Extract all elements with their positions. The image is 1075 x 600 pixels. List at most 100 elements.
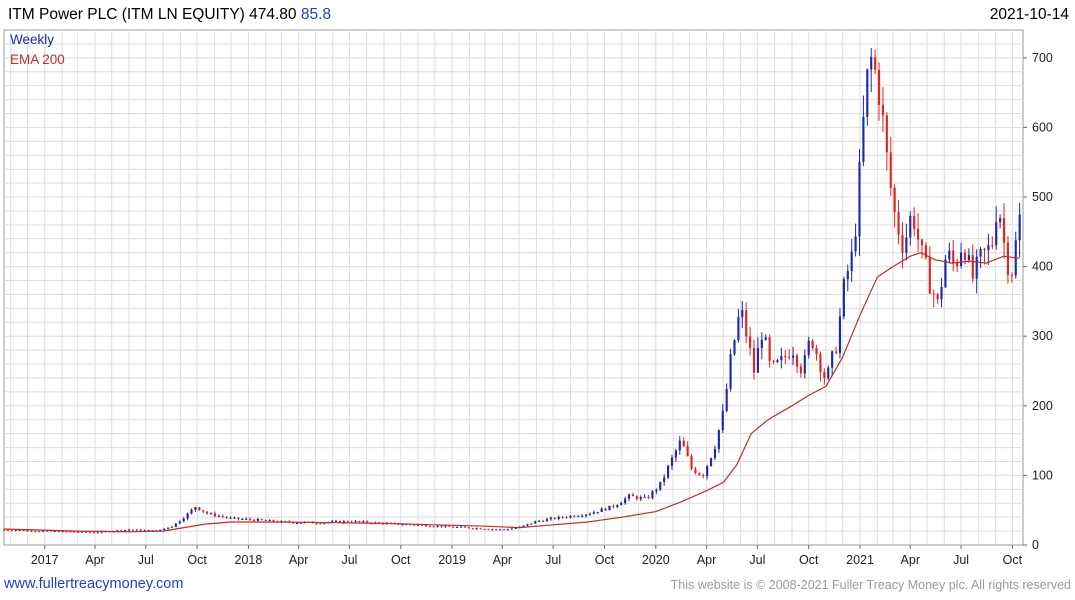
- candle-body: [612, 505, 615, 508]
- candle-body: [510, 528, 513, 530]
- candle-body: [760, 339, 763, 348]
- candle-body: [647, 496, 650, 499]
- candle-body: [194, 507, 197, 510]
- candle-body: [245, 518, 248, 520]
- x-tick-label: Jul: [749, 553, 765, 567]
- candle-body: [643, 496, 646, 498]
- candle-body: [467, 527, 470, 529]
- y-tick-label: 200: [1032, 399, 1053, 413]
- candle-body: [92, 532, 95, 534]
- candle-body: [608, 505, 611, 511]
- candle-body: [545, 519, 549, 522]
- candle-body: [440, 525, 443, 527]
- candle-body: [163, 528, 166, 530]
- candle-body: [655, 489, 658, 492]
- candle-body: [627, 494, 631, 499]
- candle-body: [893, 187, 896, 213]
- candle-body: [764, 337, 767, 340]
- x-tick-label: Oct: [187, 553, 207, 567]
- candle-body: [897, 212, 900, 235]
- candle-body: [846, 271, 849, 280]
- candle-body: [874, 57, 877, 70]
- candle-body: [635, 496, 638, 500]
- candle-body: [53, 531, 56, 533]
- candle-body: [256, 518, 259, 521]
- candle-body: [233, 517, 236, 519]
- candle-body: [69, 531, 72, 533]
- candle-body: [565, 517, 568, 519]
- candle-body: [96, 532, 99, 534]
- candle-body: [901, 234, 904, 253]
- candle-body: [295, 522, 299, 524]
- candle-body: [538, 520, 541, 522]
- candle-body: [542, 520, 545, 522]
- candle-body: [834, 351, 838, 353]
- candle-body: [366, 521, 369, 523]
- candle-body: [534, 521, 537, 524]
- x-tick-label: 2019: [438, 553, 466, 567]
- candle-body: [686, 446, 689, 456]
- candle-body: [584, 514, 588, 516]
- candle-body: [358, 521, 361, 523]
- candle-body: [733, 340, 736, 355]
- candle-body: [1006, 242, 1010, 276]
- candle-body: [10, 530, 13, 532]
- candle-body: [807, 340, 810, 356]
- x-tick-label: Apr: [85, 553, 104, 567]
- candle-body: [870, 57, 873, 70]
- candle-body: [702, 474, 705, 477]
- candle-body: [14, 530, 17, 532]
- candle-body: [483, 529, 486, 531]
- candle-body: [577, 516, 580, 518]
- x-tick-label: Apr: [697, 553, 716, 567]
- candle-body: [436, 525, 439, 527]
- candle-body: [237, 517, 240, 520]
- candle-body: [604, 508, 607, 511]
- candle-body: [850, 251, 853, 272]
- candle-body: [334, 520, 338, 522]
- candle-body: [811, 340, 814, 348]
- candle-body: [682, 440, 685, 447]
- candle-body: [299, 522, 302, 524]
- candle-body: [178, 521, 181, 524]
- candle-body: [362, 521, 365, 523]
- candle-body: [737, 317, 740, 341]
- candle-body: [889, 152, 892, 188]
- candle-body: [444, 525, 447, 527]
- candle-body: [721, 410, 724, 431]
- x-tick-label: 2021: [846, 553, 874, 567]
- candle-body: [549, 517, 552, 520]
- candle-body: [659, 481, 662, 490]
- candle-body: [651, 491, 654, 499]
- candle-body: [268, 520, 271, 522]
- candle-body: [838, 316, 842, 353]
- website-link[interactable]: www.fullertreacymoney.com: [4, 576, 183, 592]
- candle-body: [592, 512, 595, 514]
- candle-body: [752, 347, 756, 373]
- candle-body: [936, 294, 939, 300]
- candle-body: [999, 218, 1002, 223]
- candle-body: [6, 529, 9, 531]
- candle-body: [678, 440, 681, 451]
- candle-body: [792, 355, 795, 358]
- candle-body: [471, 528, 474, 530]
- candle-body: [272, 520, 275, 522]
- x-tick-label: Jul: [341, 553, 357, 567]
- candle-body: [698, 473, 701, 475]
- x-tick-label: Apr: [289, 553, 308, 567]
- candle-body: [213, 513, 217, 517]
- candle-body: [217, 516, 220, 518]
- x-tick-label: 2018: [235, 553, 263, 567]
- candle-body: [229, 517, 232, 519]
- candle-body: [706, 465, 709, 477]
- candle-body: [569, 515, 572, 518]
- candle-body: [18, 530, 21, 532]
- candle-body: [713, 449, 717, 459]
- candle-body: [881, 104, 885, 116]
- y-tick-label: 300: [1032, 329, 1053, 343]
- candle-body: [815, 347, 818, 355]
- candle-body: [768, 337, 771, 361]
- candle-body: [920, 239, 924, 246]
- candle-body: [463, 526, 467, 528]
- plot-area: [3, 29, 1024, 546]
